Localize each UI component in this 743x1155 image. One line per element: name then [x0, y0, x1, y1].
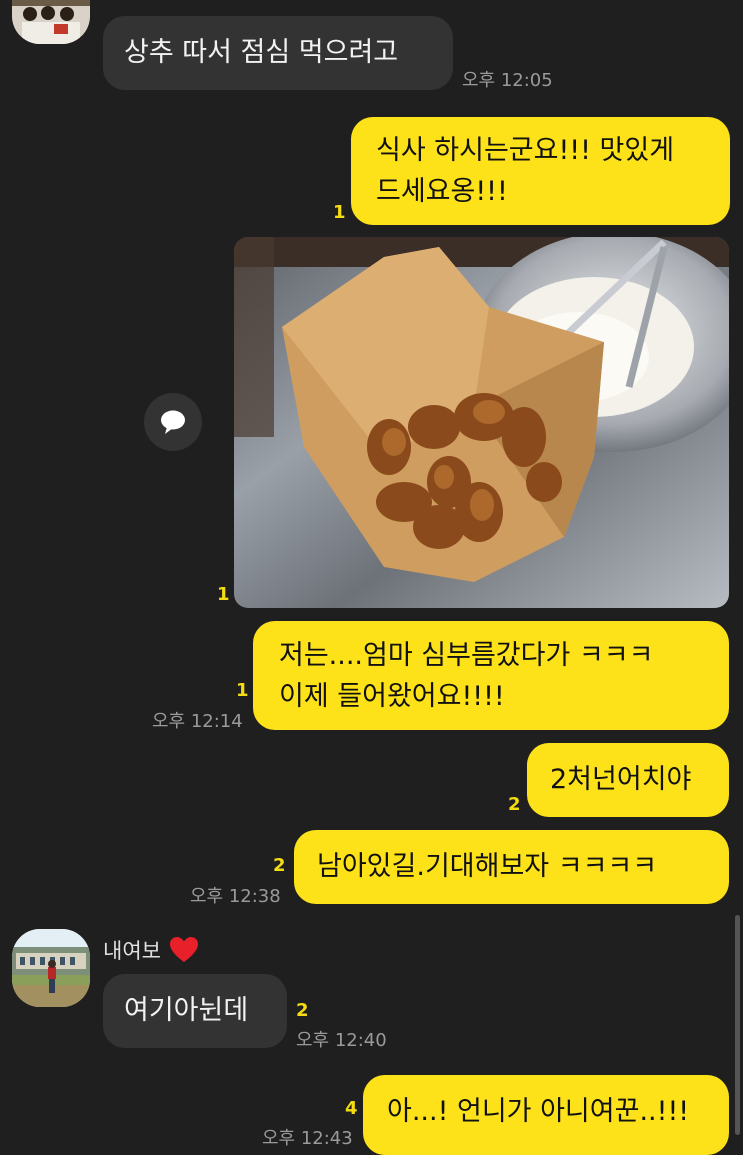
unread-count: 4 [345, 1098, 358, 1119]
message-text: 2처넌어치야 [550, 764, 692, 795]
message-time: 오후 12:43 [262, 1128, 353, 1149]
unread-count: 1 [333, 202, 346, 223]
photo-message[interactable] [234, 237, 729, 608]
message-text: 아...! 언니가 아니여꾼..!!! [387, 1096, 690, 1127]
avatar-image [12, 929, 90, 1007]
message-text: 상추 따서 점심 먹으려고 [124, 37, 399, 68]
unread-count: 2 [273, 855, 286, 876]
message-time: 오후 12:40 [296, 1030, 387, 1051]
scrollbar[interactable] [735, 915, 740, 1135]
fried-banana-photo [234, 237, 729, 608]
message-bubble[interactable]: 식사 하시는군요!!! 맛있게 드세요옹!!! [351, 117, 730, 225]
message-text-line: 저는....엄마 심부름갔다가 ㅋㅋㅋ [279, 640, 654, 671]
message-time: 오후 12:05 [462, 70, 553, 91]
message-bubble[interactable]: 상추 따서 점심 먹으려고 [103, 16, 453, 90]
unread-count: 1 [236, 680, 249, 701]
message-bubble[interactable]: 아...! 언니가 아니여꾼..!!! [363, 1075, 729, 1155]
message-time: 오후 12:38 [190, 886, 281, 907]
message-time: 오후 12:14 [152, 711, 243, 732]
message-bubble[interactable]: 2처넌어치야 [527, 743, 729, 817]
sender-name-text: 내여보 [103, 939, 161, 963]
unread-count: 2 [296, 1000, 309, 1021]
message-bubble[interactable]: 남아있길.기대해보자 ㅋㅋㅋㅋ [294, 830, 729, 904]
unread-count: 2 [508, 794, 521, 815]
heart-icon [169, 937, 198, 962]
message-bubble[interactable]: 저는....엄마 심부름갔다가 ㅋㅋㅋ 이제 들어왔어요!!!! [253, 621, 729, 730]
avatar-image [12, 0, 90, 44]
message-text: 여기아뉜데 [124, 995, 249, 1026]
message-text-line: 이제 들어왔어요!!!! [279, 681, 505, 712]
message-text-line: 드세요옹!!! [376, 176, 508, 207]
share-button[interactable] [144, 393, 202, 451]
sender-avatar-top[interactable] [12, 0, 90, 44]
message-bubble[interactable]: 여기아뉜데 [103, 974, 287, 1048]
sender-avatar[interactable] [12, 929, 90, 1007]
message-text-line: 식사 하시는군요!!! 맛있게 [376, 135, 675, 166]
speech-bubble-icon [161, 410, 185, 434]
sender-name: 내여보 [103, 935, 199, 965]
unread-count: 1 [217, 584, 230, 605]
message-text: 남아있길.기대해보자 ㅋㅋㅋㅋ [317, 851, 658, 882]
